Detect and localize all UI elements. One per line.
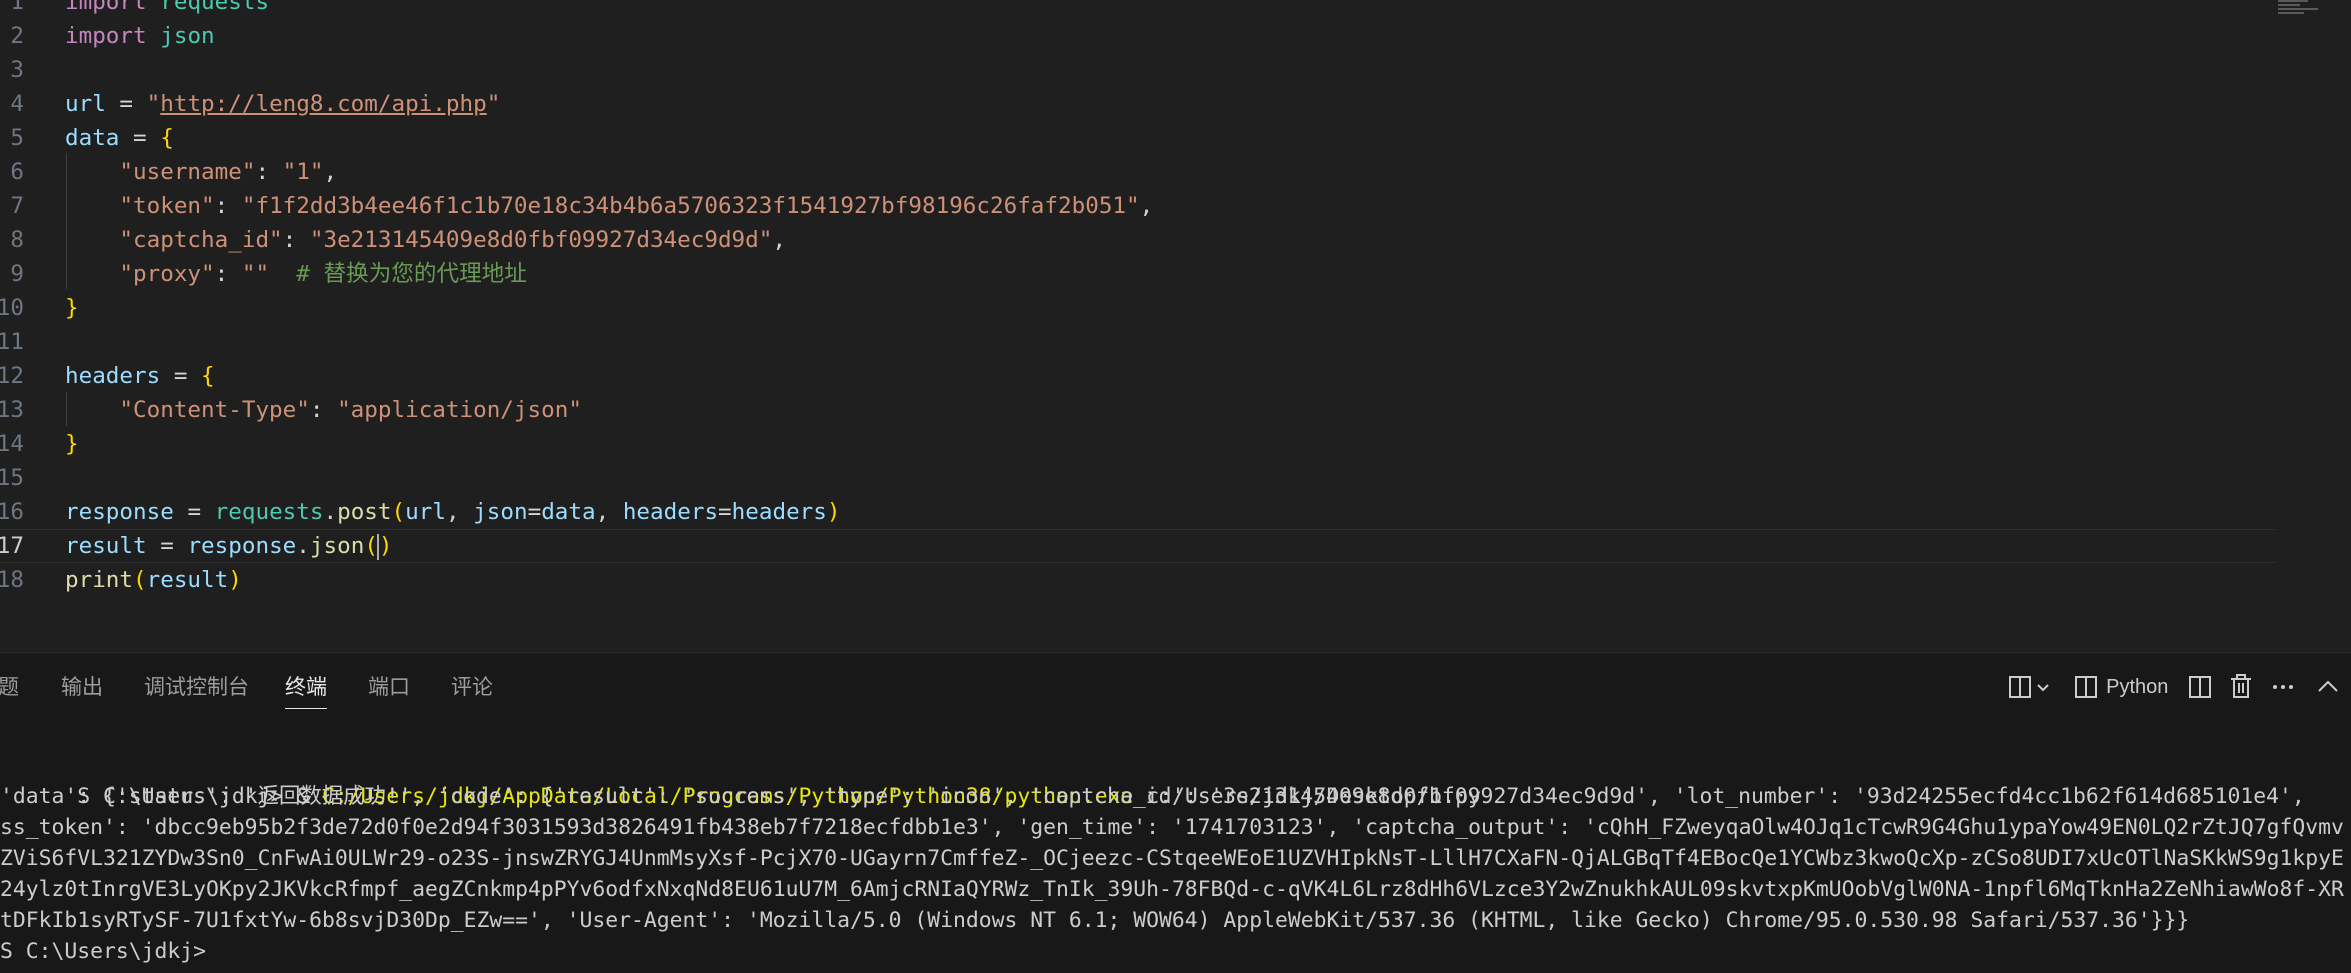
line-number: 16 [0, 499, 24, 525]
code-text: result = response.json() [65, 533, 393, 560]
terminal-output-line: 'data': {'status': '返回数据成功!', 'code': {'… [0, 784, 2305, 809]
trash-icon[interactable] [2228, 671, 2254, 703]
terminal-output-line: tDFkIb1syRTySF-7U1fxtYw-6b8svjD30Dp_EZw=… [0, 908, 2190, 933]
split-terminal-icon[interactable] [2187, 671, 2213, 703]
code-text: data = { [65, 125, 174, 151]
line-number: 1 [10, 0, 24, 15]
code-text: url = "http://leng8.com/api.php" [65, 91, 501, 117]
terminal-output-line: ZViS6fVL321ZYDw3Sn0_CnFwAi0ULWr29-o23S-j… [0, 846, 2344, 871]
code-line[interactable]: 17 result = response.json() [0, 529, 2280, 563]
bottom-panel: 题 输出 调试控制台 终端 端口 评论 Python S C:\Users\jd… [0, 652, 2351, 973]
line-number: 5 [10, 125, 24, 151]
code-line[interactable]: 10} [0, 291, 2280, 325]
code-line[interactable]: 18 print(result) [0, 563, 2280, 597]
line-number: 2 [10, 23, 24, 49]
line-number: 15 [0, 465, 24, 491]
code-line[interactable]: 4 url = "http://leng8.com/api.php" [0, 87, 2280, 121]
code-line[interactable]: 9 "proxy": "" # 替换为您的代理地址 [0, 257, 2280, 291]
code-editor[interactable]: 1 import requests 2 import json 3 4 url = "htt… [0, 0, 2351, 652]
trash-icon-svg [2231, 674, 2251, 698]
code-line[interactable]: 15 [0, 461, 2280, 495]
line-number: 13 [0, 397, 24, 423]
code-text: print(result) [65, 567, 242, 593]
split-editor-icon[interactable] [2008, 671, 2054, 703]
split-terminal-icon-svg [2189, 676, 2211, 698]
code-text: response = requests.post(url, json=data,… [65, 499, 841, 525]
terminal-output-line: 24ylz0tInrgVE3LyOKpy2JKVkcRfmpf_aegZCnkm… [0, 877, 2344, 902]
python-terminal-icon [2075, 676, 2097, 698]
code-line[interactable]: 5 data = { [0, 121, 2280, 155]
code-text: } [65, 295, 79, 321]
code-text: headers = { [65, 363, 215, 389]
code-text: "token": "f1f2dd3b4ee46f1c1b70e18c34b4b6… [119, 193, 1154, 219]
line-number: 7 [10, 193, 24, 219]
code-line[interactable]: 14} [0, 427, 2280, 461]
tab-debug-console[interactable]: 调试控制台 [144, 673, 249, 703]
code-line[interactable]: 12 headers = { [0, 359, 2280, 393]
line-number: 10 [0, 295, 24, 321]
line-number: 17 [0, 533, 24, 559]
tab-problems[interactable]: 题 [0, 673, 19, 703]
tab-terminal[interactable]: 终端 [285, 673, 327, 709]
tab-output[interactable]: 输出 [61, 673, 103, 703]
code-text: "username": "1", [119, 159, 338, 185]
code-text: "captcha_id": "3e213145409e8d0fbf09927d3… [119, 227, 786, 253]
chevron-up-icon[interactable] [2315, 671, 2341, 703]
line-number: 12 [0, 363, 24, 389]
code-text: import json [65, 23, 215, 49]
shell-label: Python [2106, 676, 2169, 698]
code-text: import requests [65, 0, 270, 15]
line-number: 8 [10, 227, 24, 253]
terminal-final-prompt: S C:\Users\jdkj> [0, 939, 207, 964]
chevron-up-icon-svg [2318, 680, 2338, 692]
code-line[interactable]: 7 "token": "f1f2dd3b4ee46f1c1b70e18c34b4… [0, 189, 2280, 223]
code-line[interactable]: 1 import requests [0, 0, 2280, 19]
line-number: 14 [0, 431, 24, 457]
tab-comments[interactable]: 评论 [451, 673, 493, 703]
code-text: "Content-Type": "application/json" [119, 397, 582, 423]
code-line[interactable]: 2 import json [0, 19, 2280, 53]
line-number: 9 [10, 261, 24, 287]
code-line[interactable]: 16 response = requests.post(url, json=dat… [0, 495, 2280, 529]
ellipsis-icon[interactable] [2270, 671, 2296, 703]
tab-ports[interactable]: 端口 [368, 673, 410, 703]
code-line[interactable]: 6 "username": "1", [0, 155, 2280, 189]
line-number: 3 [10, 57, 24, 83]
line-number: 4 [10, 91, 24, 117]
code-line[interactable]: 11 [0, 325, 2280, 359]
code-text: } [65, 431, 79, 457]
code-line[interactable]: 13 "Content-Type": "application/json" [0, 393, 2280, 427]
code-text: "proxy": "" # 替换为您的代理地址 [119, 261, 527, 287]
line-number: 11 [0, 329, 24, 355]
line-number: 6 [10, 159, 24, 185]
line-number: 18 [0, 567, 24, 593]
minimap[interactable] [2278, 0, 2328, 20]
terminal-icon[interactable]: Python [2074, 671, 2178, 703]
code-line[interactable]: 3 [0, 53, 2280, 87]
terminal-output-line: ss_token': 'dbcc9eb95b2f3de72d0f0e2d94f3… [0, 815, 2344, 840]
ellipsis-icon-svg [2273, 685, 2293, 689]
split-editor-icon-svg [2009, 676, 2049, 698]
code-line[interactable]: 8 "captcha_id": "3e213145409e8d0fbf09927… [0, 223, 2280, 257]
